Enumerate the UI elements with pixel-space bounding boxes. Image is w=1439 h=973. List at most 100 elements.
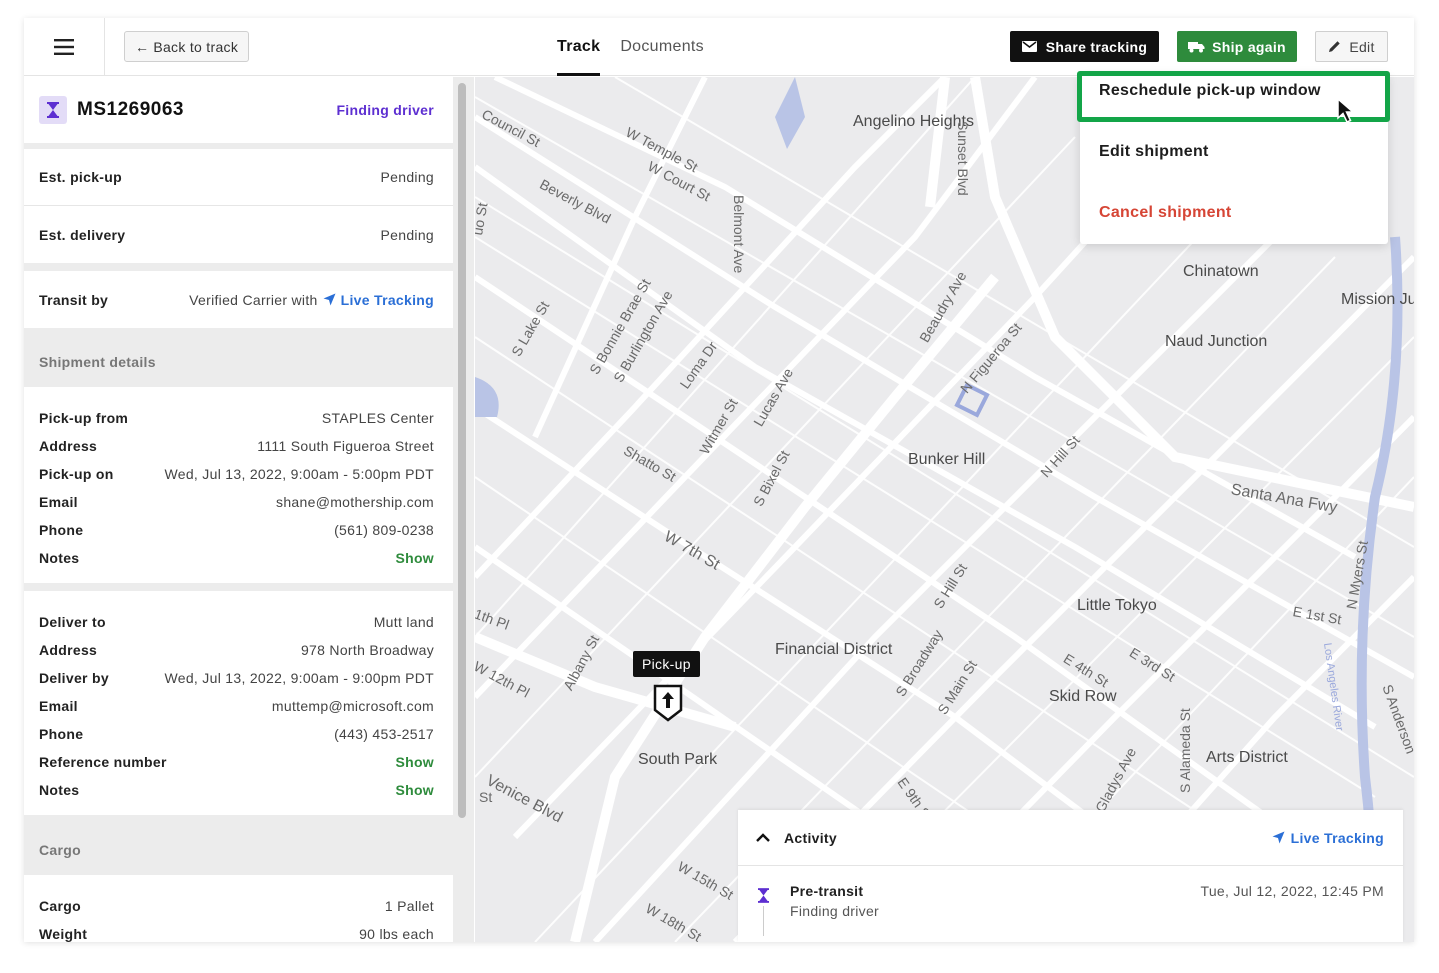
panel-scrollbar[interactable] [458,83,466,818]
back-to-track-button[interactable]: ← Back to track [124,31,250,62]
navigation-arrow-icon [1272,831,1285,844]
pickup-notes-show-link[interactable]: Show [395,550,434,566]
place-label: Chinatown [1183,263,1259,280]
activity-substatus: Finding driver [790,903,880,919]
deliver-by-value: Wed, Jul 13, 2022, 9:00am - 9:00pm PDT [164,670,434,686]
pickup-phone-label: Phone [39,522,84,538]
pickup-on-value: Wed, Jul 13, 2022, 9:00am - 5:00pm PDT [164,466,434,482]
hourglass-icon [758,888,769,903]
delivery-address-value: 978 North Broadway [300,642,434,658]
hourglass-icon [47,102,59,118]
pickup-email-label: Email [39,494,78,510]
deliver-by-label: Deliver by [39,670,109,686]
cargo-row: Weight 90 lbs each [24,920,453,942]
mouse-cursor-icon [1337,97,1359,129]
tab-bar: Track Documents [557,18,704,76]
cargo-row: Cargo 1 Pallet [24,892,453,920]
transit-live-tracking-link[interactable]: Live Tracking [341,292,434,308]
place-label: Naud Junction [1165,333,1268,350]
pickup-pin[interactable] [653,684,683,727]
est-pickup-label: Est. pick-up [39,169,122,185]
activity-item: Pre-transit Tue, Jul 12, 2022, 12:45 PM … [738,866,1403,936]
pickup-row: Email shane@mothership.com [24,488,453,516]
est-pickup-row: Est. pick-up Pending [24,149,453,206]
cargo-value: 1 Pallet [384,898,434,914]
pickup-email-value: shane@mothership.com [276,494,434,510]
place-label: Mission Junction [1341,291,1414,308]
shipment-panel: MS1269063 Finding driver Est. pick-up Pe… [24,77,474,942]
delivery-phone-label: Phone [39,726,84,742]
cargo-section-title: Cargo [39,842,81,858]
activity-live-tracking-link[interactable]: Live Tracking [1272,830,1384,846]
delivery-row: Phone (443) 453-2517 [24,720,453,748]
pickup-row: Pick-up from STAPLES Center [24,404,453,432]
est-delivery-label: Est. delivery [39,226,126,243]
menu-button[interactable] [24,18,105,76]
pickup-from-label: Pick-up from [39,410,129,426]
delivery-notes-show-link[interactable]: Show [395,782,434,798]
est-pickup-value: Pending [380,169,434,185]
share-tracking-button[interactable]: Share tracking [1010,31,1159,62]
activity-status: Pre-transit [790,883,864,899]
place-label: Financial District [775,641,893,658]
timeline-line [763,906,764,936]
status-badge: Finding driver [336,102,434,118]
reference-number-show-link[interactable]: Show [395,754,434,770]
delivery-phone-value: (443) 453-2517 [334,726,434,742]
street-label: St [479,789,493,805]
place-label: Arts District [1206,749,1288,766]
street-label: Belmont Ave [731,195,747,274]
pickup-row: Pick-up on Wed, Jul 13, 2022, 9:00am - 5:… [24,460,453,488]
pickup-row: Phone (561) 809-0238 [24,516,453,544]
tab-documents[interactable]: Documents [620,18,704,76]
deliver-to-value: Mutt land [373,614,434,630]
delivery-row: Deliver to Mutt land [24,608,453,636]
delivery-row: Notes Show [24,776,453,804]
est-delivery-row: Est. delivery Pending [24,206,453,263]
navigation-arrow-icon [323,293,336,306]
pencil-icon [1329,41,1341,52]
delivery-notes-label: Notes [39,782,80,798]
pickup-phone-value: (561) 809-0238 [334,522,434,538]
street-label: S Alameda St [1177,708,1193,793]
pickup-row: Notes Show [24,544,453,572]
delivery-row: Email muttemp@microsoft.com [24,692,453,720]
deliver-to-label: Deliver to [39,614,106,630]
activity-live-tracking-label: Live Tracking [1290,829,1384,846]
hamburger-icon [54,39,74,55]
pickup-card: Pick-up from STAPLES Center Address 1111 S… [24,387,453,583]
tab-track[interactable]: Track [557,18,601,76]
weight-value: 90 lbs each [359,926,434,942]
delivery-email-value: muttemp@microsoft.com [271,698,434,714]
edit-shipment-menu-item[interactable]: Edit shipment [1099,143,1209,161]
transit-label: Transit by [39,291,109,308]
delivery-row: Address 978 North Broadway [24,636,453,664]
envelope-icon [1021,41,1037,52]
edit-button[interactable]: Edit [1315,31,1388,62]
pickup-marker-icon [653,684,683,722]
transit-card: Transit by Verified Carrier with Live Tr… [24,271,453,328]
shipment-details-title: Shipment details [39,354,156,370]
transit-value: Verified Carrier with [189,291,318,308]
activity-header[interactable]: Activity Live Tracking [738,810,1403,866]
cargo-label: Cargo [39,898,81,914]
activity-time: Tue, Jul 12, 2022, 12:45 PM [1200,883,1384,899]
delivery-row: Reference number Show [24,748,453,776]
pickup-on-label: Pick-up on [39,466,114,482]
delivery-email-label: Email [39,698,78,714]
place-label: South Park [638,751,718,768]
app-window: ← Back to track Track Documents Share tr… [24,18,1414,942]
top-bar: ← Back to track Track Documents Share tr… [24,18,1414,76]
truck-icon [1188,41,1205,52]
arrow-left-icon: ← [135,38,150,55]
activity-panel: Activity Live Tracking Pre-transit Tue, … [738,810,1403,942]
est-delivery-value: Pending [380,226,434,243]
ship-again-button[interactable]: Ship again [1177,31,1297,62]
chevron-up-icon[interactable] [756,833,770,842]
place-label: Little Tokyo [1077,597,1157,614]
street-label: Sunset Blvd [955,121,971,196]
estimates-card: Est. pick-up Pending Est. delivery Pendi… [24,149,453,263]
activity-title: Activity [784,829,837,846]
ship-again-label: Ship again [1212,38,1286,55]
cancel-shipment-menu-item[interactable]: Cancel shipment [1099,204,1232,222]
